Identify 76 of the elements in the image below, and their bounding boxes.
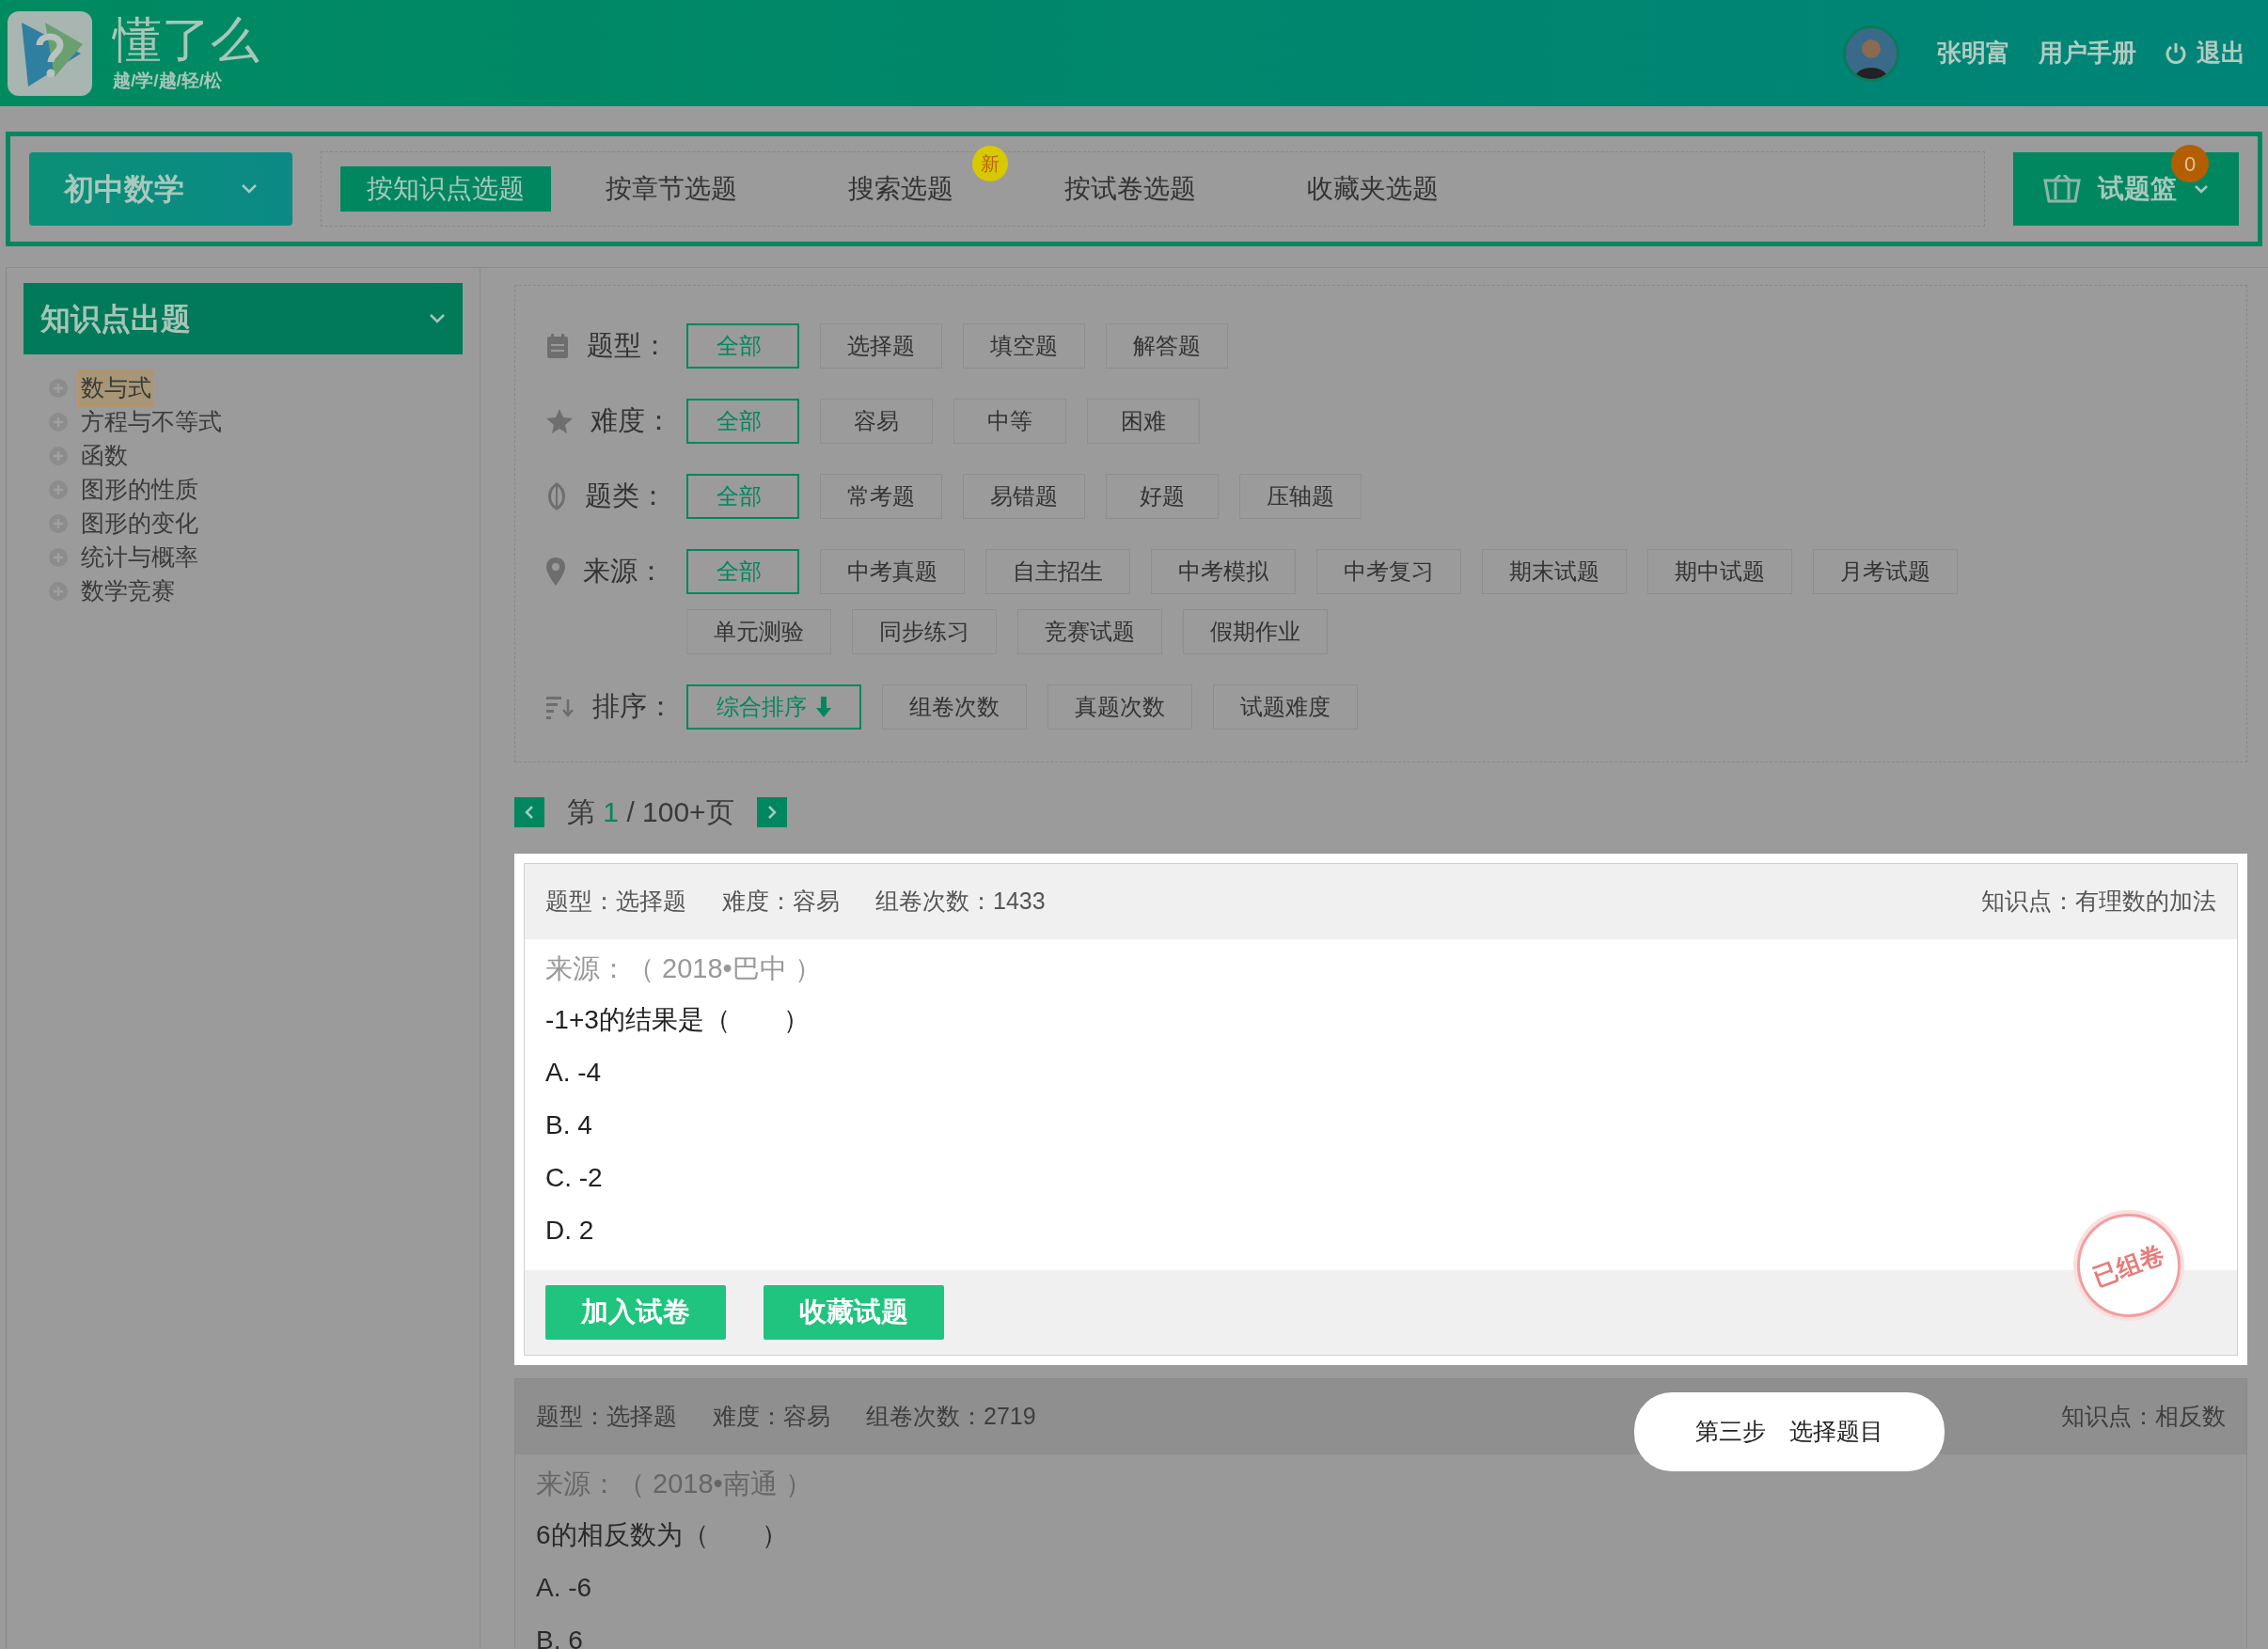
speech-bubble: 第三步 选择题目 [1634, 1392, 1945, 1471]
location-pin-icon [545, 557, 566, 587]
answer-choice: A. -4 [545, 1057, 603, 1089]
user-name-link[interactable]: 张明富 [1937, 35, 2010, 71]
filter-option[interactable]: 选择题 [820, 323, 942, 369]
leaf-icon [545, 482, 568, 510]
filter-option[interactable]: 容易 [820, 399, 933, 444]
filter-option[interactable]: 同步练习 [852, 609, 997, 654]
nav-tab[interactable]: 按章节选题 [579, 166, 764, 212]
filter-option[interactable]: 竞赛试题 [1017, 609, 1162, 654]
chevron-down-icon [2194, 184, 2209, 194]
sidebar-title: 知识点出题 [40, 301, 191, 338]
question-source: 来源：（ 2018•巴中 ） [545, 952, 823, 986]
question-difficulty: 难度：容易 [713, 1402, 830, 1432]
filter-label: 题类： [585, 479, 667, 513]
logo-title: 懂了么 [113, 11, 260, 69]
usage-count: 组卷次数：2719 [866, 1402, 1036, 1432]
logo-icon [8, 10, 92, 96]
question-type: 题型：选择题 [536, 1402, 677, 1432]
filter-label: 题型： [587, 329, 669, 363]
nav-tab[interactable]: 按试卷选题 [1038, 166, 1222, 212]
page-indicator: 第 1 / 100+页 [567, 795, 734, 829]
sort-icon [545, 694, 575, 720]
nav-tab[interactable]: 按知识点选题 [340, 166, 551, 212]
answer-choice: A. -6 [536, 1572, 593, 1604]
power-icon [2165, 40, 2187, 66]
filter-option[interactable]: 真题次数 [1047, 684, 1192, 730]
sidebar-title-bar[interactable]: 知识点出题 [24, 283, 463, 354]
filter-option[interactable]: 压轴题 [1239, 474, 1362, 519]
filter-option[interactable]: 中考模拟 [1151, 549, 1296, 594]
filter-option[interactable]: 期中试题 [1647, 549, 1792, 594]
question-stem: 6的相反数为（ ） [536, 1519, 789, 1551]
chevron-right-icon [765, 804, 778, 820]
filter-option[interactable]: 自主招生 [985, 549, 1130, 594]
filter-option[interactable]: 好题 [1106, 474, 1219, 519]
star-icon [545, 408, 574, 434]
filter-option[interactable]: 易错题 [963, 474, 1085, 519]
filter-option[interactable]: 中考真题 [820, 549, 965, 594]
filter-option[interactable]: 中等 [953, 399, 1066, 444]
answer-choice: B. 6 [536, 1625, 584, 1649]
filter-option[interactable]: 中考复习 [1316, 549, 1461, 594]
logout-button[interactable]: 退出 [2165, 35, 2245, 71]
filter-option[interactable]: 试题难度 [1213, 684, 1358, 730]
chevron-left-icon [524, 804, 535, 820]
chevron-down-icon [429, 313, 446, 324]
filter-option[interactable]: 填空题 [963, 323, 1085, 369]
answer-choice: C. -2 [545, 1162, 604, 1194]
filter-label: 排序： [592, 690, 674, 724]
filter-option[interactable]: 常考题 [820, 474, 942, 519]
nav-tab[interactable]: 收藏夹选题 [1281, 166, 1465, 212]
usage-count: 组卷次数：1433 [875, 887, 1046, 917]
user-manual-link[interactable]: 用户手册 [2039, 35, 2136, 71]
filter-label: 来源： [583, 555, 665, 589]
filter-label: 难度： [591, 404, 672, 438]
basket-icon [2043, 175, 2081, 203]
filter-option[interactable]: 月考试题 [1813, 549, 1958, 594]
previous-page-button[interactable] [514, 796, 544, 827]
filter-option[interactable]: 单元测验 [686, 609, 831, 654]
filter-option[interactable]: 解答题 [1106, 323, 1228, 369]
notepad-icon [545, 333, 570, 359]
next-page-button[interactable] [756, 796, 787, 827]
logo-slogan: 越/学/越/轻/松 [113, 70, 224, 93]
knowledge-point: 知识点：有理数的加法 [1981, 887, 2216, 917]
answer-choice: B. 4 [545, 1109, 593, 1141]
filter-option[interactable]: 假期作业 [1183, 609, 1328, 654]
filter-option[interactable]: 期末试题 [1482, 549, 1627, 594]
question-difficulty: 难度：容易 [722, 887, 840, 917]
filter-option[interactable]: 组卷次数 [882, 684, 1027, 730]
question-type: 题型：选择题 [545, 887, 686, 917]
question-stem: -1+3的结果是（ ） [545, 1004, 811, 1036]
chevron-down-icon [241, 183, 258, 195]
filter-option[interactable]: 困难 [1087, 399, 1200, 444]
knowledge-point: 知识点：相反数 [2061, 1402, 2226, 1432]
subject-dropdown[interactable]: 初中数学 [29, 152, 292, 226]
tree-item[interactable]: 数与式 [78, 369, 154, 407]
new-badge: 新 [972, 146, 1008, 181]
